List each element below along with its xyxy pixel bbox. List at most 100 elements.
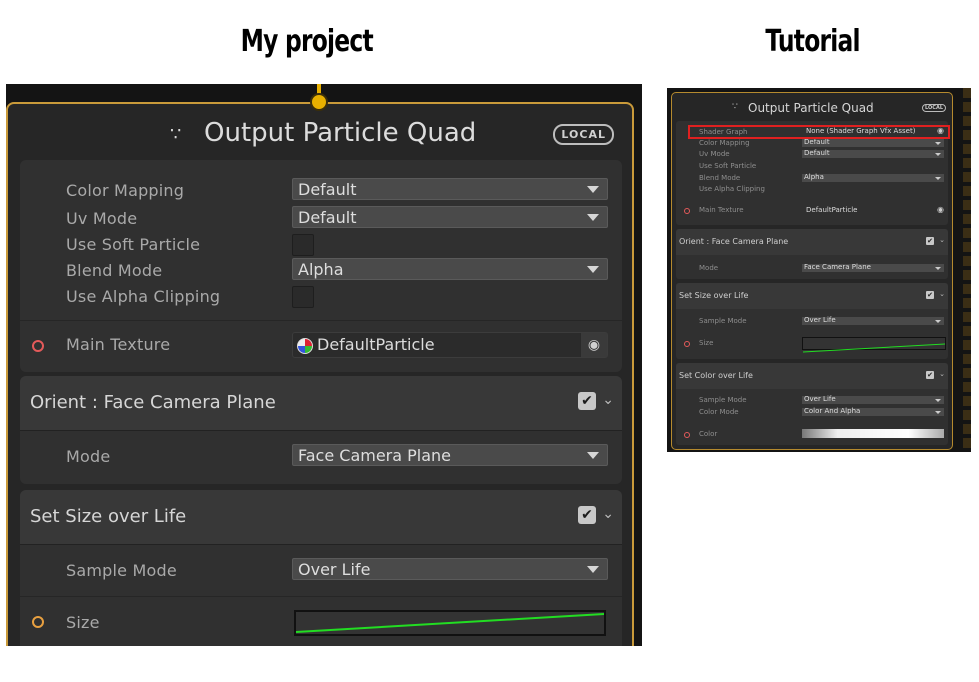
blend-mode-dropdown[interactable]: Alpha bbox=[802, 173, 944, 182]
size-over-life-enabled-checkbox[interactable]: ✔ bbox=[578, 506, 596, 524]
tutorial-main-texture-row: Main Texture DefaultParticle ◉ bbox=[676, 205, 948, 216]
blend-mode-label: Blend Mode bbox=[699, 174, 741, 182]
heading-my-project: My project bbox=[240, 24, 374, 59]
blend-mode-value: Alpha bbox=[298, 260, 344, 279]
tutorial-color-over-life-header[interactable]: Set Color over Life ✔ ⌄ bbox=[676, 363, 948, 389]
background-rail bbox=[963, 88, 971, 452]
main-texture-value: DefaultParticle bbox=[317, 335, 435, 354]
size-curve-icon bbox=[802, 343, 946, 353]
particle-system-icon: ∵ bbox=[170, 124, 182, 145]
object-picker-icon[interactable]: ◉ bbox=[937, 205, 944, 214]
size-over-life-enabled-checkbox[interactable]: ✔ bbox=[926, 291, 934, 299]
orient-enabled-checkbox[interactable]: ✔ bbox=[926, 237, 934, 245]
use-alpha-clipping-checkbox[interactable] bbox=[292, 286, 314, 308]
tutorial-output-particle-quad-node[interactable]: ∵ Output Particle Quad LOCAL Shader Grap… bbox=[671, 92, 953, 450]
dropdown-arrow-icon bbox=[935, 411, 941, 414]
tutorial-size-over-life-header[interactable]: Set Size over Life ✔ ⌄ bbox=[676, 283, 948, 309]
use-alpha-clipping-label: Use Alpha Clipping bbox=[699, 185, 765, 193]
sample-mode-value: Over Life bbox=[804, 395, 836, 403]
local-badge[interactable]: LOCAL bbox=[553, 124, 614, 145]
orient-block: Orient : Face Camera Plane ✔ ⌄ Mode Face… bbox=[20, 376, 622, 484]
object-picker-icon[interactable]: ◉ bbox=[580, 333, 607, 357]
color-mode-label: Color Mode bbox=[699, 408, 739, 416]
orient-block-header[interactable]: Orient : Face Camera Plane ✔ ⌄ bbox=[20, 376, 622, 431]
color-over-life-title: Set Color over Life bbox=[679, 371, 753, 380]
orient-mode-dropdown[interactable]: Face Camera Plane bbox=[292, 444, 608, 466]
use-soft-particle-checkbox[interactable] bbox=[292, 234, 314, 256]
orient-enabled-checkbox[interactable]: ✔ bbox=[578, 392, 596, 410]
color-mapping-dropdown[interactable]: Default bbox=[802, 138, 944, 147]
local-badge[interactable]: LOCAL bbox=[922, 104, 946, 112]
tutorial-color-row: Color bbox=[676, 429, 948, 440]
tutorial-uv-mode-row: Uv Mode Default bbox=[676, 149, 948, 160]
sample-mode-label: Sample Mode bbox=[699, 396, 747, 404]
size-over-life-block: Set Size over Life ✔ ⌄ Sample Mode Over … bbox=[20, 490, 622, 646]
alpha-clipping-row: Use Alpha Clipping bbox=[20, 284, 622, 310]
divider bbox=[20, 320, 622, 321]
input-port-icon[interactable] bbox=[684, 208, 690, 214]
node-title-row[interactable]: ∵ Output Particle Quad LOCAL bbox=[8, 118, 632, 158]
divider bbox=[20, 596, 622, 597]
blend-mode-row: Blend Mode Alpha bbox=[20, 258, 622, 284]
size-label: Size bbox=[699, 339, 714, 347]
size-over-life-header[interactable]: Set Size over Life ✔ ⌄ bbox=[20, 490, 622, 545]
chevron-down-icon[interactable]: ⌄ bbox=[602, 392, 614, 408]
tutorial-orient-header[interactable]: Orient : Face Camera Plane ✔ ⌄ bbox=[676, 229, 948, 255]
orient-mode-row: Mode Face Camera Plane bbox=[20, 444, 622, 470]
tutorial-screenshot: ∵ Output Particle Quad LOCAL Shader Grap… bbox=[667, 88, 971, 452]
use-soft-particle-label: Use Soft Particle bbox=[699, 162, 757, 170]
color-gradient-field[interactable] bbox=[802, 429, 944, 438]
tutorial-size-row: Size bbox=[676, 337, 948, 353]
input-port-icon[interactable] bbox=[32, 340, 44, 352]
shader-graph-highlight-box bbox=[688, 125, 950, 139]
sample-mode-dropdown[interactable]: Over Life bbox=[292, 558, 608, 580]
size-curve-field[interactable] bbox=[294, 610, 606, 636]
main-texture-label: Main Texture bbox=[66, 335, 171, 354]
size-row: Size bbox=[20, 610, 622, 640]
chevron-down-icon[interactable]: ⌄ bbox=[939, 290, 945, 298]
tutorial-soft-particle-row: Use Soft Particle bbox=[676, 161, 948, 172]
dropdown-arrow-icon bbox=[935, 320, 941, 323]
sample-mode-dropdown[interactable]: Over Life bbox=[802, 395, 944, 404]
color-mapping-dropdown[interactable]: Default bbox=[292, 178, 608, 200]
flow-input-port[interactable] bbox=[310, 93, 328, 111]
input-port-icon[interactable] bbox=[32, 616, 44, 628]
node-title: Output Particle Quad bbox=[204, 118, 477, 148]
color-over-life-enabled-checkbox[interactable]: ✔ bbox=[926, 371, 934, 379]
uv-mode-row: Uv Mode Default bbox=[20, 206, 622, 232]
tutorial-color-mode-row: Color Mode Color And Alpha bbox=[676, 407, 948, 418]
tutorial-sample-mode-row: Sample Mode Over Life bbox=[676, 316, 948, 327]
use-alpha-clipping-label: Use Alpha Clipping bbox=[66, 287, 221, 306]
uv-mode-value: Default bbox=[804, 149, 830, 157]
chevron-down-icon[interactable]: ⌄ bbox=[602, 506, 614, 522]
tutorial-orient-mode-row: Mode Face Camera Plane bbox=[676, 263, 948, 274]
orient-mode-dropdown[interactable]: Face Camera Plane bbox=[802, 263, 944, 272]
chevron-down-icon[interactable]: ⌄ bbox=[939, 370, 945, 378]
input-port-icon[interactable] bbox=[684, 432, 690, 438]
sample-mode-dropdown[interactable]: Over Life bbox=[802, 316, 944, 325]
uv-mode-dropdown[interactable]: Default bbox=[802, 149, 944, 158]
orient-title: Orient : Face Camera Plane bbox=[679, 237, 789, 246]
uv-mode-dropdown[interactable]: Default bbox=[292, 206, 608, 228]
main-texture-value[interactable]: DefaultParticle bbox=[806, 206, 857, 214]
main-texture-field[interactable]: DefaultParticle ◉ bbox=[292, 332, 608, 358]
orient-mode-label: Mode bbox=[699, 264, 719, 272]
sample-mode-label: Sample Mode bbox=[699, 317, 747, 325]
color-mode-dropdown[interactable]: Color And Alpha bbox=[802, 407, 944, 416]
sample-mode-row: Sample Mode Over Life bbox=[20, 558, 622, 584]
input-port-icon[interactable] bbox=[684, 341, 690, 347]
output-settings-block: Color Mapping Default Uv Mode Default Us… bbox=[20, 160, 622, 372]
dropdown-arrow-icon bbox=[587, 186, 599, 193]
dropdown-arrow-icon bbox=[587, 566, 599, 573]
size-over-life-title: Set Size over Life bbox=[30, 506, 187, 527]
size-curve-field[interactable] bbox=[802, 337, 946, 353]
tutorial-blend-mode-row: Blend Mode Alpha bbox=[676, 173, 948, 184]
main-texture-label: Main Texture bbox=[699, 206, 744, 214]
color-mapping-row: Color Mapping Default bbox=[20, 178, 622, 204]
orient-block-title: Orient : Face Camera Plane bbox=[30, 392, 276, 413]
size-over-life-title: Set Size over Life bbox=[679, 291, 749, 300]
output-particle-quad-node[interactable]: ∵ Output Particle Quad LOCAL Color Mappi… bbox=[6, 102, 634, 646]
blend-mode-dropdown[interactable]: Alpha bbox=[292, 258, 608, 280]
blend-mode-label: Blend Mode bbox=[66, 261, 163, 280]
chevron-down-icon[interactable]: ⌄ bbox=[939, 236, 945, 244]
